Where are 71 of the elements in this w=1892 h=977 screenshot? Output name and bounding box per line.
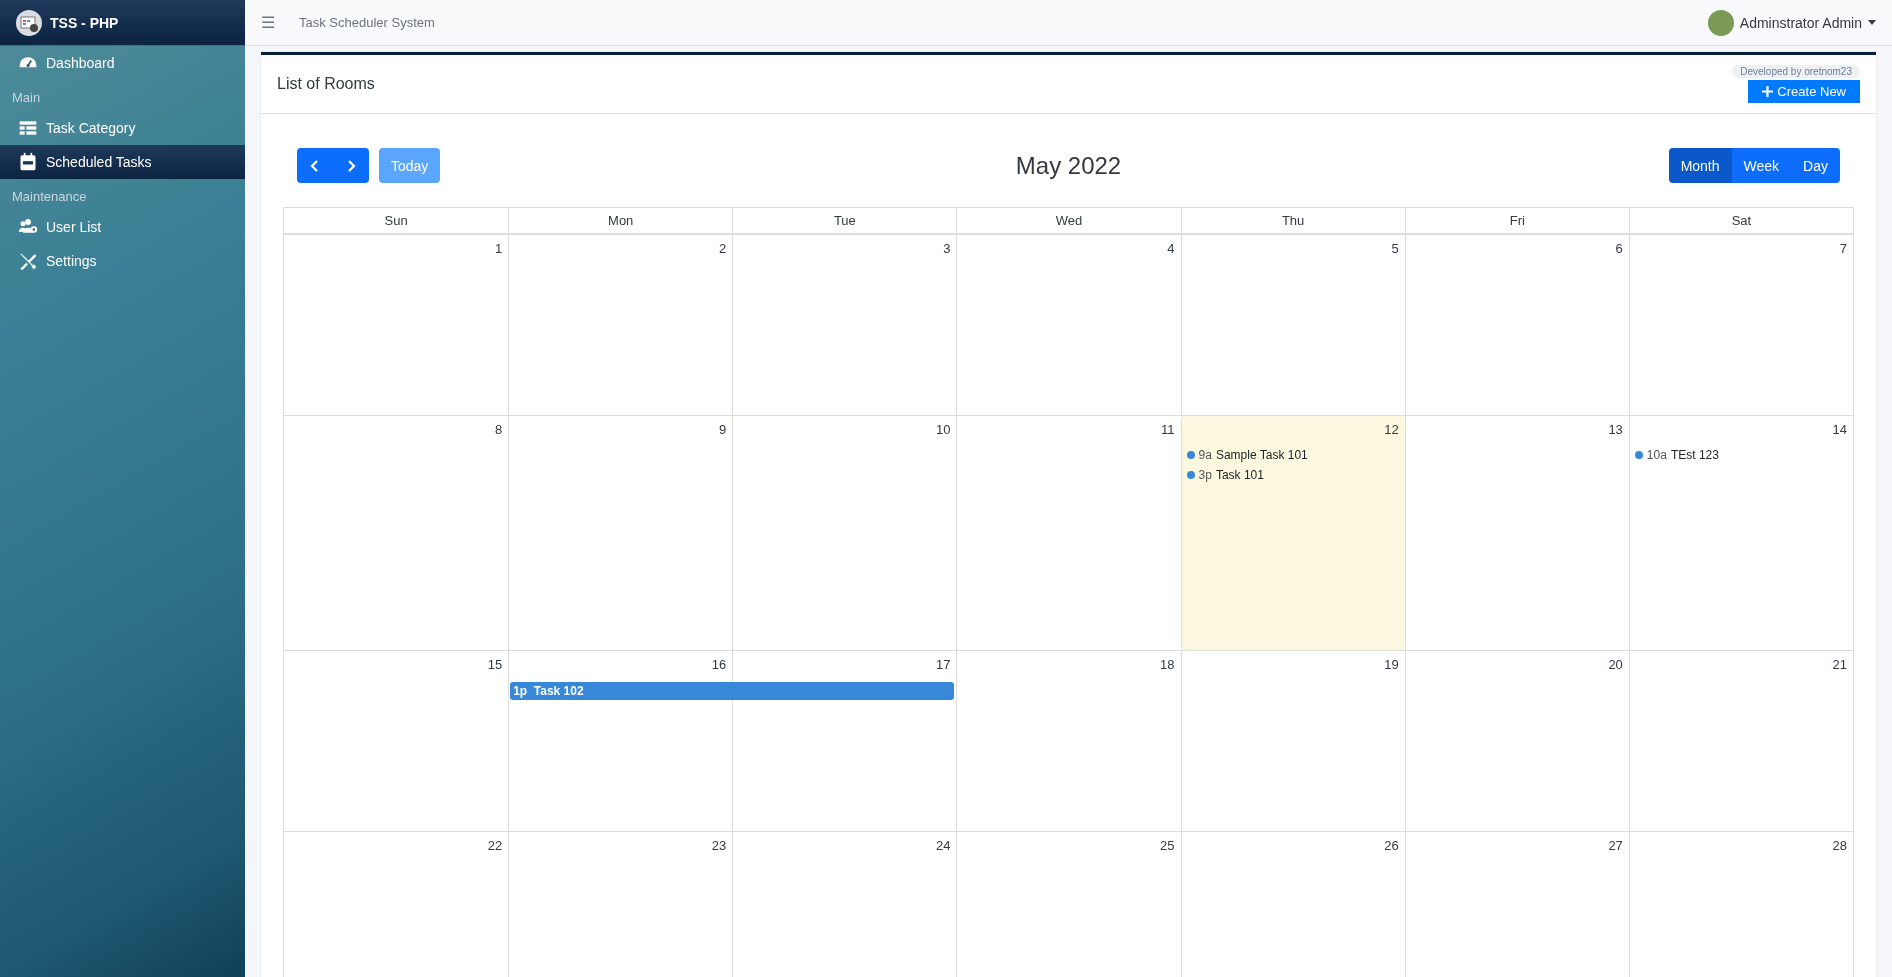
day-number: 11 — [1160, 421, 1176, 439]
calendar-event[interactable]: 9a Sample Task 101 — [1180, 445, 1405, 465]
day-number: 6 — [1614, 240, 1624, 258]
day-number: 5 — [1390, 240, 1400, 258]
avatar-icon — [1707, 9, 1734, 36]
view-button[interactable]: Day — [1791, 148, 1840, 183]
day-number: 8 — [493, 421, 504, 439]
sidebar-item[interactable]: Scheduled Tasks — [0, 145, 245, 179]
sidebar-item[interactable]: Settings — [0, 244, 245, 278]
day-number: 3 — [942, 240, 952, 258]
sidebar-item[interactable]: User List — [0, 210, 245, 244]
day-number: 9 — [718, 421, 728, 439]
day-number: 10 — [934, 421, 952, 439]
day-number: 15 — [486, 656, 504, 674]
event-dot-icon — [1186, 451, 1195, 459]
app-title: TSS - PHP — [50, 14, 119, 31]
day-number: 2 — [718, 240, 728, 258]
calendar-title: May 2022 — [1015, 151, 1122, 180]
day-number: 4 — [1166, 240, 1176, 258]
calendar-clock-logo-icon — [16, 9, 42, 36]
day-number: 26 — [1383, 837, 1400, 855]
calendar-icon — [18, 152, 38, 172]
sidebar-section-header: Main — [11, 89, 42, 107]
day-number: 17 — [934, 656, 952, 674]
day-number: 14 — [1831, 421, 1848, 439]
calendar-event[interactable]: 3p Task 101 — [1180, 465, 1405, 485]
user-menu[interactable]: Adminstrator Admin — [1707, 9, 1876, 36]
day-number: 28 — [1831, 837, 1848, 855]
menu-icon[interactable]: ☰ — [261, 13, 275, 32]
weekday-header: Thu — [1180, 208, 1405, 233]
chevron-right-icon — [345, 158, 357, 173]
weekday-header: Mon — [508, 208, 733, 233]
view-button[interactable]: Week — [1731, 148, 1792, 183]
card-title: List of Rooms — [277, 75, 375, 93]
day-number: 20 — [1607, 656, 1624, 674]
sidebar-item[interactable]: Dashboard — [0, 46, 245, 80]
previous-button[interactable] — [297, 148, 333, 183]
day-number: 7 — [1838, 240, 1848, 258]
day-number: 1 — [493, 240, 504, 258]
day-number: 23 — [710, 837, 728, 855]
weekday-header: Wed — [956, 208, 1181, 233]
tools-icon — [18, 251, 38, 271]
view-button[interactable]: Month — [1668, 148, 1732, 183]
system-title: Task Scheduler System — [299, 15, 435, 30]
developer-credit: Developed by oretnom23 — [1732, 65, 1860, 78]
next-button[interactable] — [333, 148, 369, 183]
day-number: 18 — [1159, 656, 1176, 674]
event-dot-icon — [1634, 451, 1643, 459]
chevron-left-icon — [309, 158, 321, 173]
calendar-event[interactable]: 10a TEst 123 — [1628, 445, 1853, 465]
calendar-event-bar[interactable]: 1p Task 102 — [510, 682, 955, 700]
weekday-header: Tue — [732, 208, 957, 233]
day-number: 19 — [1383, 656, 1400, 674]
sidebar-item[interactable]: Task Category — [0, 111, 245, 145]
create-new-button[interactable]: Create New — [1748, 80, 1860, 103]
weekday-header: Sat — [1628, 208, 1853, 233]
weekday-header: Fri — [1404, 208, 1629, 233]
sidebar-section-header: Maintenance — [11, 188, 88, 206]
day-number: 21 — [1831, 656, 1848, 674]
day-number: 27 — [1607, 837, 1624, 855]
table-icon — [18, 118, 38, 138]
weekday-header: Sun — [383, 212, 409, 230]
day-number: 12 — [1383, 421, 1400, 439]
caret-icon — [1868, 20, 1876, 25]
day-number: 13 — [1607, 421, 1624, 439]
event-dot-icon — [1186, 471, 1195, 479]
plus-icon — [1762, 86, 1774, 97]
day-number: 25 — [1159, 837, 1176, 855]
day-number: 24 — [934, 837, 952, 855]
day-number: 16 — [710, 656, 728, 674]
day-number: 22 — [486, 837, 504, 855]
